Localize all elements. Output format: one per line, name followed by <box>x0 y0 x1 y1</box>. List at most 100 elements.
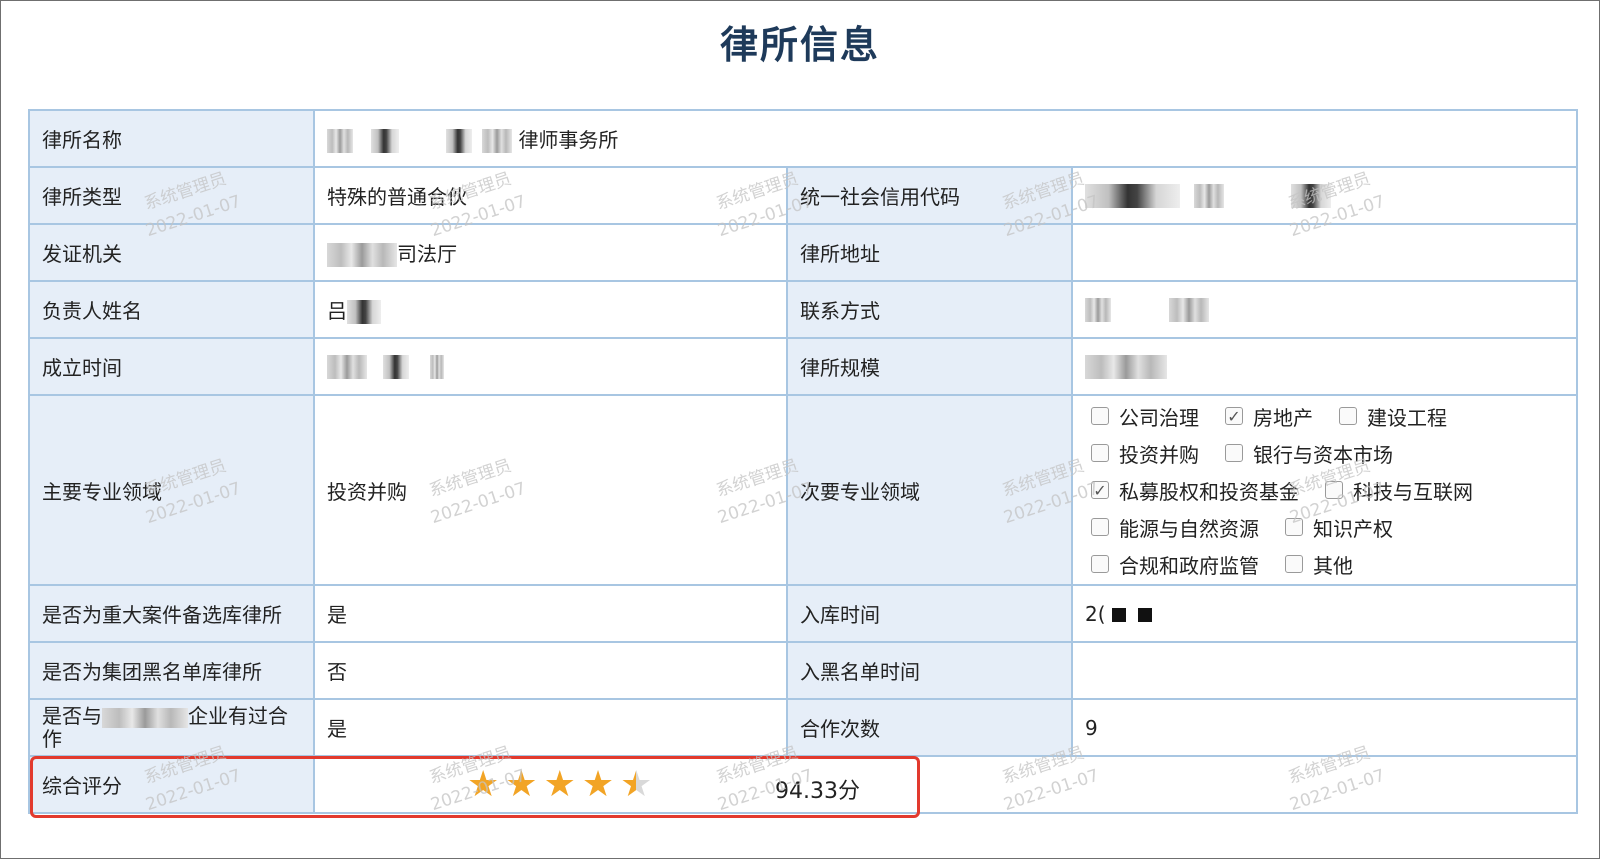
checkbox-label: 建设工程 <box>1367 405 1447 430</box>
checkbox[interactable] <box>1285 555 1303 573</box>
checkbox-item[interactable]: 银行与资本市场 <box>1225 439 1393 468</box>
checkbox[interactable] <box>1091 555 1109 573</box>
checkbox-item[interactable]: 合规和政府监管 <box>1091 550 1259 579</box>
row-blacklist: 是否为集团黑名单库律所 否 入黑名单时间 <box>28 641 1578 700</box>
checkbox-row: 合规和政府监管 其他 <box>1091 546 1564 583</box>
redacted <box>102 707 188 728</box>
checkbox-label: 其他 <box>1313 553 1353 578</box>
label-blacklist-time: 入黑名单时间 <box>786 641 1073 700</box>
redacted <box>371 129 400 154</box>
checkbox-label: 科技与互联网 <box>1353 479 1473 504</box>
value-firm-type: 特殊的普通合伙 <box>313 166 788 225</box>
checkbox[interactable]: ✓ <box>1091 481 1109 500</box>
checkbox-item[interactable]: 科技与互联网 <box>1325 476 1473 505</box>
principal-prefix: 吕 <box>327 298 347 323</box>
rating-stars: ★ ★ ★ ★ ★ <box>467 763 658 805</box>
checkbox-label: 合规和政府监管 <box>1119 553 1259 578</box>
redacted <box>1085 355 1167 380</box>
checkbox-item[interactable]: 能源与自然资源 <box>1091 513 1259 542</box>
value-scale <box>1071 337 1578 396</box>
label-rating: 综合评分 <box>28 755 315 814</box>
label-principal: 负责人姓名 <box>28 280 315 339</box>
star-icon: ★ <box>505 763 538 805</box>
value-address <box>1071 223 1578 282</box>
label-coop-count: 合作次数 <box>786 698 1073 757</box>
checkbox[interactable] <box>1225 444 1243 462</box>
row-fields: 主要专业领域 投资并购 次要专业领域 公司治理 ✓ 房地产 建设工程 投资并购 银… <box>28 394 1578 586</box>
checkbox[interactable] <box>1091 444 1109 462</box>
checkbox[interactable] <box>1285 518 1303 536</box>
label-secondary-field: 次要专业领域 <box>786 394 1073 586</box>
label-major-case: 是否为重大案件备选库律所 <box>28 584 315 643</box>
issuer-suffix: 司法厅 <box>397 241 457 266</box>
checkbox-item[interactable]: 建设工程 <box>1339 402 1447 431</box>
star-icon: ★ <box>581 763 615 805</box>
checkbox-label: 知识产权 <box>1313 516 1393 541</box>
value-coop-count: 9 <box>1071 698 1578 757</box>
checkbox-row: ✓ 私募股权和投资基金 科技与互联网 <box>1091 472 1564 509</box>
value-major-case: 是 <box>313 584 788 643</box>
row-name: 律所名称 律师事务所 <box>28 109 1578 168</box>
entry-time-prefix: 2( <box>1085 601 1106 626</box>
checkbox-item[interactable]: 其他 <box>1285 550 1353 579</box>
redacted <box>1085 184 1180 209</box>
checkbox-label: 公司治理 <box>1119 405 1199 430</box>
redacted <box>383 355 410 380</box>
redacted <box>1085 298 1111 323</box>
value-contact <box>1071 280 1578 339</box>
half-star-icon: ★ <box>620 763 653 805</box>
label-address: 律所地址 <box>786 223 1073 282</box>
checkbox-row: 能源与自然资源 知识产权 <box>1091 509 1564 546</box>
checkbox-item[interactable]: ✓ 房地产 <box>1225 402 1313 431</box>
secondary-field-options: 公司治理 ✓ 房地产 建设工程 投资并购 银行与资本市场 ✓ 私募股权和投资基金 科… <box>1071 394 1578 586</box>
redacted <box>429 355 444 380</box>
checkbox[interactable] <box>1325 481 1343 499</box>
rating-score: 94.33分 <box>775 779 860 804</box>
row-founded: 成立时间 律所规模 <box>28 337 1578 396</box>
star-icon: ★ <box>467 763 500 805</box>
star-icon: ★ <box>543 763 576 805</box>
value-firm-name: 律师事务所 <box>313 109 1578 168</box>
label-credit-code: 统一社会信用代码 <box>786 166 1073 225</box>
label-cooperated: 是否与 企业有过合作 <box>28 698 315 757</box>
checkbox-item[interactable]: 知识产权 <box>1285 513 1393 542</box>
row-type: 律所类型 特殊的普通合伙 统一社会信用代码 <box>28 166 1578 225</box>
redacted <box>482 129 513 154</box>
row-principal: 负责人姓名 吕 联系方式 <box>28 280 1578 339</box>
value-issuer: 司法厅 <box>313 223 788 282</box>
label-founded: 成立时间 <box>28 337 315 396</box>
value-blacklist-time <box>1071 641 1578 700</box>
checkbox-label: 私募股权和投资基金 <box>1119 479 1299 504</box>
checkbox-label: 能源与自然资源 <box>1119 516 1259 541</box>
value-blacklist: 否 <box>313 641 788 700</box>
law-firm-info-table: 律所名称 律师事务所 律所类型 特殊的普通合伙 统一社会信用代码 发证机关 司法… <box>28 109 1578 814</box>
row-issuer: 发证机关 司法厅 律所地址 <box>28 223 1578 282</box>
checkbox-label: 投资并购 <box>1119 442 1199 467</box>
redacted <box>445 129 472 154</box>
label-issuer: 发证机关 <box>28 223 315 282</box>
redacted <box>327 355 367 380</box>
value-entry-time: 2( <box>1071 584 1578 643</box>
checkbox-item[interactable]: ✓ 私募股权和投资基金 <box>1091 476 1299 505</box>
redacted <box>1290 184 1331 209</box>
checkbox[interactable]: ✓ <box>1225 407 1243 426</box>
redacted <box>1137 608 1152 622</box>
value-founded <box>313 337 788 396</box>
value-primary-field: 投资并购 <box>313 394 788 586</box>
checkbox-row: 公司治理 ✓ 房地产 建设工程 <box>1091 398 1564 435</box>
label-entry-time: 入库时间 <box>786 584 1073 643</box>
checkbox[interactable] <box>1091 407 1109 425</box>
label-firm-name: 律所名称 <box>28 109 315 168</box>
redacted <box>327 129 353 154</box>
row-cooperated: 是否与 企业有过合作 是 合作次数 9 <box>28 698 1578 757</box>
label-blacklist: 是否为集团黑名单库律所 <box>28 641 315 700</box>
checkbox-item[interactable]: 投资并购 <box>1091 439 1199 468</box>
redacted <box>347 300 381 325</box>
redacted <box>1194 184 1225 209</box>
row-rating: 综合评分 ★ ★ ★ ★ ★ 94.33分 <box>28 755 1578 814</box>
value-principal: 吕 <box>313 280 788 339</box>
checkbox-item[interactable]: 公司治理 <box>1091 402 1199 431</box>
checkbox[interactable] <box>1091 518 1109 536</box>
checkbox[interactable] <box>1339 407 1357 425</box>
value-cooperated: 是 <box>313 698 788 757</box>
